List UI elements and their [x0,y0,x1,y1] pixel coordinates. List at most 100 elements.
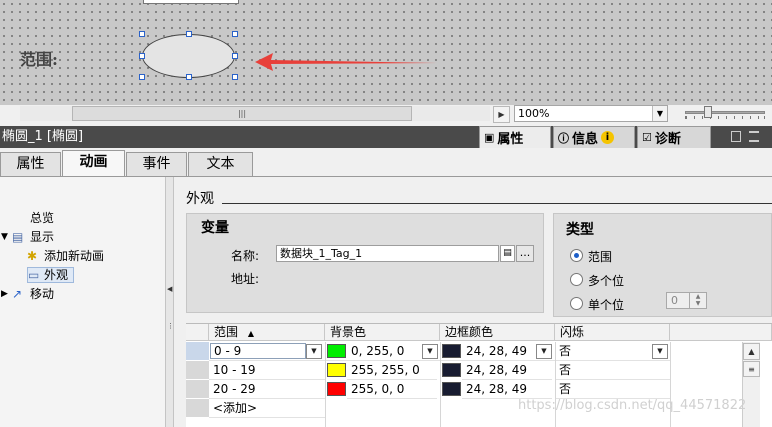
scroll-up-icon[interactable]: ▲ [743,343,760,360]
movement-icon: ↗ [12,287,23,301]
range-edit-field[interactable]: 0 - 9 [210,343,306,359]
border-color-swatch [442,344,461,358]
column-divider [325,342,326,427]
appearance-icon: ▭ [28,268,40,282]
row-header[interactable] [186,399,209,418]
border-color-swatch [442,382,461,396]
tree-item-display[interactable]: 显示 [30,229,54,245]
tree-item-add-animation[interactable]: 添加新动画 [44,248,104,264]
resize-handle-top[interactable] [186,31,192,37]
column-header-range[interactable]: 范围 ▲ [209,324,325,341]
tag-name-field[interactable]: 数据块_1_Tag_1 [276,245,499,262]
resize-handle-right[interactable] [232,53,238,59]
tag-list-icon[interactable]: ▤ [500,245,515,262]
column-header-range-label: 范围 [214,325,239,339]
blink-cell[interactable]: 否 [555,380,670,399]
info-badge-icon: i [601,131,615,144]
spinner-arrows-icon[interactable]: ▲ ▼ [689,293,706,308]
border-color-value: 24, 28, 49 [462,342,532,361]
chevron-down-icon[interactable]: ▼ [652,106,667,121]
table-row-range[interactable]: 10 - 19 [209,361,325,380]
variable-group-title: 变量 [201,220,229,236]
type-group-title: 类型 [566,222,594,238]
tree-splitter[interactable] [166,177,174,427]
border-color-value[interactable]: 24, 28, 49 [462,361,552,380]
column-divider [670,342,671,427]
type-option-multi-bit-label[interactable]: 多个位 [588,272,624,289]
tree-item-appearance[interactable]: 外观 [44,267,68,283]
canvas-object-partial[interactable] [143,0,239,4]
type-option-single-bit-label[interactable]: 单个位 [588,296,624,313]
row-header[interactable] [186,342,209,361]
scroll-right-icon[interactable]: ▶ [493,106,510,123]
expand-arrow-icon[interactable]: ▼ [1,229,8,245]
resize-handle-top-left[interactable] [139,31,145,37]
column-header-blink[interactable]: 闪烁 [555,324,670,341]
column-header-border-color[interactable]: 边框颜色 [440,324,555,341]
tab-info-label: 信息 [572,132,599,147]
row-header[interactable] [186,380,209,399]
type-radio-range[interactable] [570,249,583,262]
panel-menu-icon[interactable] [749,131,759,142]
sort-ascending-icon[interactable]: ▲ [248,329,254,338]
column-divider [440,342,441,427]
tab-info[interactable]: ⓘ 信息 i [553,126,635,148]
table-corner [186,324,209,341]
resize-handle-bottom-left[interactable] [139,74,145,80]
resize-handle-left[interactable] [139,53,145,59]
bg-color-swatch [327,382,346,396]
type-option-range-label[interactable]: 范围 [588,248,612,265]
display-icon: ▤ [12,230,24,244]
chevron-down-icon[interactable]: ▼ [306,344,322,359]
row-header[interactable] [186,361,209,380]
bg-color-value[interactable]: 255, 255, 0 [347,361,437,380]
splitter-handle-icon[interactable]: ⋮ [167,322,174,330]
ellipse-object[interactable] [142,34,235,78]
resize-handle-bottom-right[interactable] [232,74,238,80]
tab-diagnostics[interactable]: ☑ 诊断 [637,126,711,148]
table-row-range[interactable]: 20 - 29 [209,380,325,399]
resize-handle-bottom[interactable] [186,74,192,80]
horizontal-scroll-thumb[interactable]: ||| [72,106,412,121]
add-row-cell[interactable]: <添加> [209,399,325,418]
blink-cell[interactable]: 否 [555,361,670,380]
tree-item-overview[interactable]: 总览 [30,210,54,226]
diagnostics-icon: ☑ [642,131,652,144]
chevron-down-icon[interactable]: ▼ [652,344,668,359]
animation-tree [0,177,166,427]
zoom-slider-ticks [685,116,765,119]
info-icon: ⓘ [558,131,569,145]
chevron-down-icon[interactable]: ▼ [536,344,552,359]
tab-animation[interactable]: 动画 [62,150,125,177]
bg-color-value: 0, 255, 0 [347,342,417,361]
tab-text[interactable]: 文本 [188,152,253,176]
canvas-range-label[interactable]: 范围: [20,46,58,70]
zoom-select[interactable]: 100% [514,105,668,122]
tree-item-movement[interactable]: 移动 [30,286,54,302]
properties-icon: ▣ [484,131,495,144]
chevron-down-icon[interactable]: ▼ [422,344,438,359]
zoom-slider-thumb[interactable] [704,106,712,118]
tab-properties[interactable]: ▣ 属性 [479,126,551,148]
tab-events[interactable]: 事件 [126,152,187,176]
bg-color-value[interactable]: 255, 0, 0 [347,380,437,399]
type-radio-single-bit[interactable] [570,297,583,310]
collapse-arrow-icon[interactable]: ▶ [1,286,8,302]
zoom-slider-track[interactable] [685,111,765,114]
column-header-bg-color[interactable]: 背景色 [325,324,440,341]
resize-handle-top-right[interactable] [232,31,238,37]
bg-color-swatch [327,344,346,358]
tab-attributes[interactable]: 属性 [0,152,61,176]
border-color-swatch [442,363,461,377]
add-animation-icon: ✱ [27,249,38,263]
browse-tag-button[interactable]: ... [516,245,534,262]
column-header-empty [670,324,772,341]
restore-window-icon[interactable] [731,131,741,142]
splitter-arrow-icon[interactable]: ◀ [167,285,173,293]
section-rule [222,203,772,204]
tab-diagnostics-label: 诊断 [654,132,681,147]
red-arrow-annotation [255,53,437,71]
scroll-thumb-icon[interactable]: ≡ [743,361,760,377]
border-color-value[interactable]: 24, 28, 49 [462,380,552,399]
type-radio-multi-bit[interactable] [570,273,583,286]
